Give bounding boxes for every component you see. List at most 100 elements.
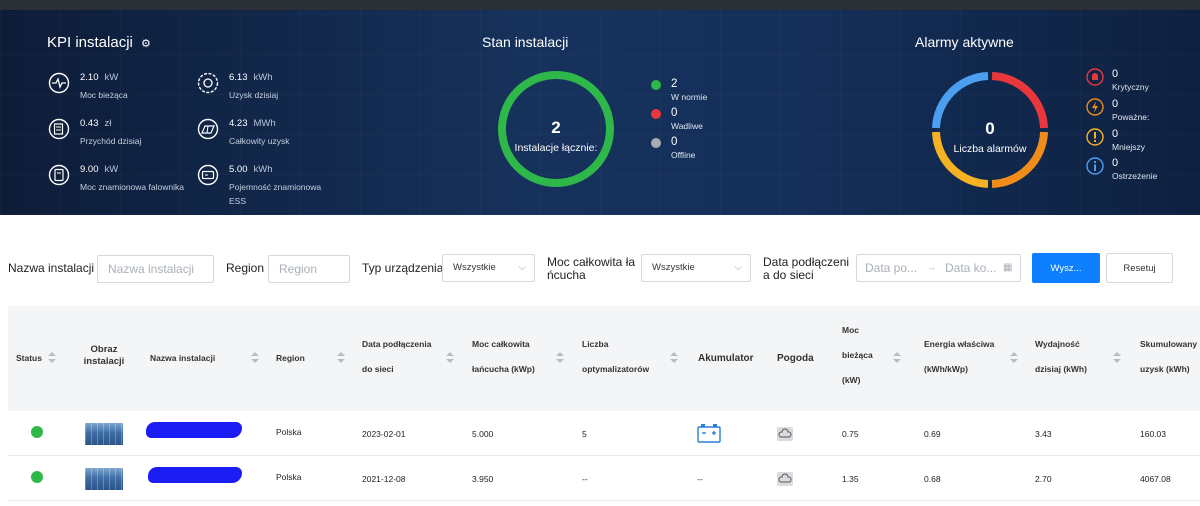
alarms-total-label: Liczba alarmów (953, 143, 1027, 155)
kpi-title-text: KPI instalacji (47, 34, 133, 51)
filter-device-label: Typ urządzenia (362, 261, 444, 275)
legend-label: Offline (671, 150, 696, 160)
installation-name-input[interactable] (97, 255, 214, 283)
installation-image[interactable] (85, 423, 123, 445)
col-cumulative-yield[interactable]: Skumulowany uzysk (kWh) (1140, 332, 1197, 382)
cell-yield-today: 2.70 (1035, 474, 1052, 484)
status-online-dot (31, 471, 43, 483)
range-arrow-icon: → (927, 262, 936, 272)
search-button[interactable]: Wysz... (1032, 253, 1100, 283)
status-total: 2 (551, 118, 561, 137)
dashboard-banner: KPI instalacji ⚙ 2.10 kW Moc bieżąca 6.13… (0, 10, 1200, 215)
sort-icon[interactable] (251, 352, 259, 364)
alarm-arc-major (991, 131, 1048, 188)
legend-value: 0 (671, 107, 678, 119)
reset-button[interactable]: Resetuj (1106, 253, 1173, 283)
legend-value: 0 (671, 136, 678, 148)
table-row[interactable]: Polska 2023-02-01 5.000 5 0.75 0.69 3.43… (8, 411, 1200, 456)
sort-icon[interactable] (1010, 352, 1018, 364)
sort-icon[interactable] (337, 352, 345, 364)
cell-string-power: 5.000 (472, 429, 494, 439)
sort-icon[interactable] (893, 352, 901, 364)
col-status[interactable]: Status (16, 346, 42, 371)
kpi-value: 5.00 kWh (229, 164, 273, 175)
cell-grid-date: 2021-12-08 (362, 474, 406, 484)
redacted-installation-name[interactable] (148, 467, 242, 483)
kpi-title: KPI instalacji ⚙ (47, 34, 151, 51)
battery-icon[interactable] (697, 423, 721, 443)
sun-gear-icon (197, 72, 219, 94)
cell-battery: -- (697, 474, 703, 484)
kpi-value: 0.43 zł (80, 118, 112, 129)
info-icon (1086, 157, 1104, 175)
col-region[interactable]: Region (276, 346, 305, 371)
kpi-value: 6.13 kWh (229, 72, 273, 83)
alarms-total: 0 (985, 119, 995, 138)
legend-label: Wadliwe (671, 121, 703, 131)
col-name[interactable]: Nazwa instalacji (150, 346, 215, 371)
kpi-value: 4.23 MWh (229, 118, 276, 129)
redacted-installation-name[interactable] (146, 422, 242, 438)
col-weather: Pogoda (777, 353, 814, 364)
sort-icon[interactable] (1113, 352, 1121, 364)
cell-specific-energy: 0.68 (924, 474, 941, 484)
filter-power-label: Moc całkowita ła ńcucha (547, 255, 636, 282)
kpi-label: Przychód dzisiaj (80, 136, 142, 146)
kpi-label: Moc znamionowa falownika (80, 182, 184, 192)
settings-icon[interactable]: ⚙ (141, 38, 151, 50)
top-app-bar (0, 0, 1200, 10)
alarms-title: Alarmy aktywne (915, 34, 1014, 50)
pulse-icon (48, 72, 70, 94)
sort-icon[interactable] (48, 352, 56, 364)
lightning-icon (1086, 98, 1104, 116)
sort-icon[interactable] (446, 352, 454, 364)
cell-string-power: 3.950 (472, 474, 494, 484)
col-string-power[interactable]: Moc całkowita łańcucha (kWp) (472, 332, 535, 382)
date-range-picker[interactable]: Data po... → Data ko... ▦ (856, 254, 1021, 282)
weather-cloud-icon[interactable] (777, 472, 793, 486)
kpi-label: Pojemność znamionowa ESS (229, 182, 322, 206)
kpi-label: Całkowity uzysk (229, 136, 290, 146)
status-title: Stan instalacji (482, 34, 569, 50)
col-specific-energy[interactable]: Energia właściwa (kWh/kWp) (924, 332, 994, 382)
sort-icon[interactable] (670, 352, 678, 364)
col-battery: Akumulator (698, 353, 754, 364)
alarm-value: 0 (1112, 128, 1119, 140)
cell-cumulative-yield: 4067.08 (1140, 474, 1171, 484)
chevron-down-icon: ⌵ (734, 262, 742, 273)
string-power-value: Wszystkie (652, 262, 695, 273)
inverter-icon (48, 164, 70, 186)
cell-current-power: 1.35 (842, 474, 859, 484)
device-type-select[interactable]: Wszystkie ⌵ (442, 254, 535, 282)
string-power-select[interactable]: Wszystkie ⌵ (641, 254, 751, 282)
filter-name-label: Nazwa instalacji (8, 261, 95, 275)
table-row[interactable]: Polska 2021-12-08 3.950 -- -- 1.35 0.68 … (8, 456, 1200, 501)
status-dot-gray (651, 138, 661, 148)
kpi-label: Uzysk dzisiaj (229, 90, 279, 100)
status-total-label: Instalacje łącznie: (514, 142, 598, 154)
date-end-input[interactable]: Data ko... (945, 261, 996, 275)
revenue-icon (48, 118, 70, 140)
col-current-power[interactable]: Moc bieżąca (kW) (842, 318, 873, 393)
col-grid-date[interactable]: Data podłączenia do sieci (362, 332, 431, 382)
calendar-icon[interactable]: ▦ (1003, 262, 1012, 273)
exclamation-icon (1086, 128, 1104, 146)
cell-yield-today: 3.43 (1035, 429, 1052, 439)
sort-icon[interactable] (556, 352, 564, 364)
cell-specific-energy: 0.69 (924, 429, 941, 439)
cell-region: Polska (276, 427, 302, 437)
installation-image[interactable] (85, 468, 123, 490)
col-optimizers[interactable]: Liczba optymalizatorów (582, 332, 649, 382)
chevron-down-icon: ⌵ (518, 262, 526, 273)
kpi-label: Moc bieżąca (80, 90, 128, 100)
weather-cloud-icon[interactable] (777, 427, 793, 441)
alarm-value: 0 (1112, 98, 1119, 110)
date-start-input[interactable]: Data po... (865, 261, 917, 275)
status-dot-red (651, 109, 661, 119)
col-yield-today[interactable]: Wydajność dzisiaj (kWh) (1035, 332, 1087, 382)
alarm-label: Poważne: (1112, 112, 1150, 122)
region-input[interactable] (268, 255, 350, 283)
device-type-value: Wszystkie (453, 262, 496, 273)
solar-panel-icon (197, 118, 219, 140)
cell-current-power: 0.75 (842, 429, 859, 439)
